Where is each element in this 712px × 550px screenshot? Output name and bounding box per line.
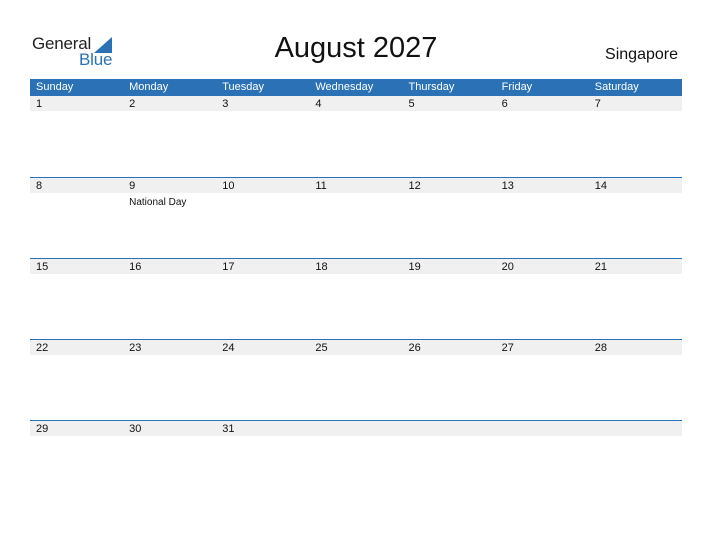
- weekday-saturday: Saturday: [594, 81, 639, 93]
- day-cell: [496, 421, 589, 501]
- week-row: 1 2 3 4 5 6 7: [30, 96, 682, 176]
- day-number: 20: [501, 261, 514, 273]
- day-number: 13: [501, 180, 514, 192]
- weekday-thursday: Thursday: [408, 81, 455, 93]
- day-cell: 11: [309, 178, 402, 258]
- day-number: 11: [315, 180, 327, 192]
- day-number: 26: [408, 342, 421, 354]
- day-cell: 10: [216, 178, 309, 258]
- day-number: 25: [315, 342, 328, 354]
- weekday-sunday: Sunday: [36, 81, 74, 93]
- day-cell: [309, 421, 402, 501]
- day-number: 18: [315, 261, 328, 273]
- day-cell: 3: [216, 96, 309, 176]
- day-number: 7: [594, 98, 601, 110]
- weekday-header: Sunday Monday Tuesday Wednesday Thursday…: [30, 79, 682, 96]
- day-cell: 9 National Day: [123, 178, 216, 258]
- day-number: 10: [222, 180, 235, 192]
- day-cell: 21: [589, 259, 682, 339]
- day-number: 14: [594, 180, 607, 192]
- day-cell: 7: [589, 96, 682, 176]
- day-number: 24: [222, 342, 235, 354]
- day-number: 19: [408, 261, 421, 273]
- day-number: 29: [36, 423, 49, 435]
- weekday-tuesday: Tuesday: [222, 81, 265, 93]
- day-cell: 6: [496, 96, 589, 176]
- day-number: 15: [36, 261, 49, 273]
- day-cell: 30: [123, 421, 216, 501]
- day-cell: 16: [123, 259, 216, 339]
- day-number: 16: [129, 261, 142, 273]
- day-number: 28: [594, 342, 607, 354]
- weekday-friday: Friday: [501, 81, 533, 93]
- day-cell: 1: [30, 96, 123, 176]
- day-cell: 4: [309, 96, 402, 176]
- day-number: 8: [36, 180, 43, 192]
- day-cell: [403, 421, 496, 501]
- day-cell: 8: [30, 178, 123, 258]
- country-label: Singapore: [605, 46, 678, 63]
- day-number: 3: [222, 98, 229, 110]
- day-cell: 17: [216, 259, 309, 339]
- day-number: 17: [222, 261, 235, 273]
- day-cell: 19: [403, 259, 496, 339]
- day-number: 1: [36, 98, 43, 110]
- day-cell: 15: [30, 259, 123, 339]
- day-cell: 29: [30, 421, 123, 501]
- day-cell: 18: [309, 259, 402, 339]
- day-cell: 25: [309, 340, 402, 420]
- day-number: 21: [594, 261, 607, 273]
- day-cell: 2: [123, 96, 216, 176]
- day-cell: 26: [403, 340, 496, 420]
- weekday-monday: Monday: [129, 81, 169, 93]
- day-number: 4: [315, 98, 322, 110]
- day-cell: 13: [496, 178, 589, 258]
- day-cell: 12: [403, 178, 496, 258]
- day-number: 30: [129, 423, 142, 435]
- week-row: 8 9 National Day 10 11 12 13 14: [30, 177, 682, 257]
- day-number: 5: [408, 98, 415, 110]
- day-cell: 24: [216, 340, 309, 420]
- day-cell: 20: [496, 259, 589, 339]
- week-row: 22 23 24 25 26 27 28: [30, 339, 682, 419]
- day-number: 9: [129, 180, 136, 192]
- day-cell: 28: [589, 340, 682, 420]
- holiday-label: National Day: [129, 197, 187, 208]
- day-cell: 22: [30, 340, 123, 420]
- day-number: 27: [501, 342, 514, 354]
- weekday-wednesday: Wednesday: [315, 81, 374, 93]
- day-number: 23: [129, 342, 142, 354]
- day-number: 6: [501, 98, 508, 110]
- day-cell: 5: [403, 96, 496, 176]
- day-number: 31: [222, 423, 235, 435]
- day-cell: 31: [216, 421, 309, 501]
- day-cell: [589, 421, 682, 501]
- day-cell: 27: [496, 340, 589, 420]
- day-number: 22: [36, 342, 49, 354]
- day-cell: 14: [589, 178, 682, 258]
- day-number: 12: [408, 180, 421, 192]
- week-row: 29 30 31: [30, 420, 682, 500]
- day-number: 2: [129, 98, 136, 110]
- week-row: 15 16 17 18 19 20 21: [30, 258, 682, 338]
- day-cell: 23: [123, 340, 216, 420]
